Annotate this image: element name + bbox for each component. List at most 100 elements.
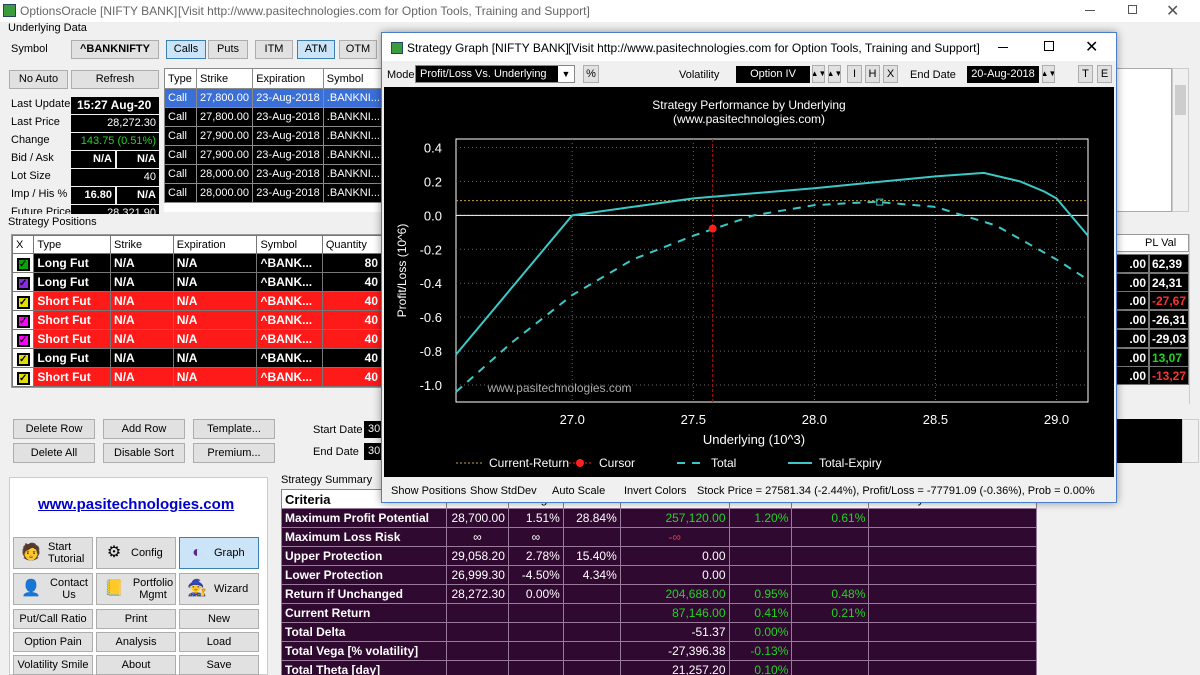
delete-all-button[interactable]: Delete All bbox=[13, 443, 95, 463]
vol-up-button[interactable]: ▲▼ bbox=[812, 65, 825, 83]
options-header-expiration[interactable]: Expiration bbox=[252, 68, 324, 89]
config-button[interactable]: ⚙ Config bbox=[96, 537, 176, 569]
checkbox-icon[interactable]: ✓ bbox=[16, 257, 30, 271]
minimize-icon[interactable] bbox=[1085, 10, 1095, 11]
options-header-strike[interactable]: Strike bbox=[195, 68, 254, 89]
position-checkbox-cell[interactable]: ✓ bbox=[12, 291, 35, 311]
position-row[interactable]: ✓ Short Fut N/A N/A ^BANK... 40 bbox=[12, 329, 382, 349]
restore-icon[interactable] bbox=[1128, 5, 1137, 14]
options-row[interactable]: Call 27,800.00 23-Aug-2018 .BANKNI... bbox=[164, 88, 384, 108]
position-row[interactable]: ✓ Long Fut N/A N/A ^BANK... 40 bbox=[12, 348, 382, 368]
positions-table-container: X Type Strike Expiration Symbol Quantity… bbox=[11, 234, 383, 388]
strategy-performance-chart[interactable]: Strategy Performance by Underlying(www.p… bbox=[384, 87, 1114, 477]
contact-button[interactable]: 👤 Contact Us bbox=[13, 573, 93, 605]
itm-button[interactable]: ITM bbox=[255, 40, 293, 59]
graph-t-button[interactable]: T bbox=[1078, 65, 1093, 83]
symbol-field[interactable]: ^BANKNIFTY bbox=[71, 40, 159, 59]
options-row[interactable]: Call 27,900.00 23-Aug-2018 .BANKNI... bbox=[164, 145, 384, 165]
pos-header-symbol[interactable]: Symbol bbox=[256, 235, 323, 254]
options-row[interactable]: Call 28,000.00 23-Aug-2018 .BANKNI... bbox=[164, 164, 384, 184]
show-stddev-button[interactable]: Show StdDev bbox=[470, 485, 537, 497]
premium-button[interactable]: Premium... bbox=[193, 443, 275, 463]
invert-colors-button[interactable]: Invert Colors bbox=[624, 485, 686, 497]
options-header-symbol[interactable]: Symbol bbox=[322, 68, 384, 89]
checkbox-icon[interactable]: ✓ bbox=[16, 314, 30, 328]
volatility-field[interactable]: Option IV bbox=[736, 66, 810, 83]
position-checkbox-cell[interactable]: ✓ bbox=[12, 310, 35, 330]
auto-scale-button[interactable]: Auto Scale bbox=[552, 485, 605, 497]
delete-row-button[interactable]: Delete Row bbox=[13, 419, 95, 439]
volatility-smile-button[interactable]: Volatility Smile bbox=[13, 655, 93, 675]
graph-bottom-bar: Show Positions Show StdDev Auto Scale In… bbox=[382, 479, 1116, 501]
start-tutorial-button[interactable]: 🧑 Start Tutorial bbox=[13, 537, 93, 569]
checkbox-icon[interactable]: ✓ bbox=[16, 295, 30, 309]
graph-close-icon[interactable]: ✕ bbox=[1085, 37, 1098, 57]
cell: 23-Aug-2018 bbox=[252, 183, 324, 203]
options-row[interactable]: Call 28,000.00 23-Aug-2018 .BANKNI... bbox=[164, 183, 384, 203]
put-call-ratio-button[interactable]: Put/Call Ratio bbox=[13, 609, 93, 629]
show-positions-button[interactable]: Show Positions bbox=[391, 485, 466, 497]
position-row[interactable]: ✓ Long Fut N/A N/A ^BANK... 40 bbox=[12, 272, 382, 292]
save-button[interactable]: Save bbox=[179, 655, 259, 675]
disable-sort-button[interactable]: Disable Sort bbox=[103, 443, 185, 463]
pos-header-quantity[interactable]: Quantity bbox=[321, 235, 382, 254]
checkbox-icon[interactable]: ✓ bbox=[16, 352, 30, 366]
position-row[interactable]: ✓ Long Fut N/A N/A ^BANK... 80 bbox=[12, 253, 382, 273]
options-header-type[interactable]: Type bbox=[164, 68, 197, 89]
vol-i-button[interactable]: I bbox=[847, 65, 862, 83]
about-button[interactable]: About bbox=[96, 655, 176, 675]
position-sym: ^BANK... bbox=[256, 291, 323, 311]
checkbox-icon[interactable]: ✓ bbox=[16, 371, 30, 385]
add-row-button[interactable]: Add Row bbox=[103, 419, 185, 439]
template-button[interactable]: Template... bbox=[193, 419, 275, 439]
position-checkbox-cell[interactable]: ✓ bbox=[12, 329, 35, 349]
website-link[interactable]: www.pasitechnologies.com bbox=[38, 496, 234, 513]
calls-button[interactable]: Calls bbox=[166, 40, 206, 59]
position-checkbox-cell[interactable]: ✓ bbox=[12, 348, 35, 368]
pos-header-x[interactable]: X bbox=[12, 235, 35, 254]
graph-e-button[interactable]: E bbox=[1097, 65, 1112, 83]
options-row[interactable]: Call 27,800.00 23-Aug-2018 .BANKNI... bbox=[164, 107, 384, 127]
position-row[interactable]: ✓ Short Fut N/A N/A ^BANK... 40 bbox=[12, 291, 382, 311]
position-checkbox-cell[interactable]: ✓ bbox=[12, 367, 35, 387]
new-button[interactable]: New bbox=[179, 609, 259, 629]
pos-header-strike[interactable]: Strike bbox=[110, 235, 174, 254]
print-button[interactable]: Print bbox=[96, 609, 176, 629]
load-button[interactable]: Load bbox=[179, 632, 259, 652]
graph-button[interactable]: ◐ Graph bbox=[179, 537, 259, 569]
y-tick-label: -0.2 bbox=[420, 242, 442, 257]
end-date-graph-field[interactable]: 20-Aug-2018 bbox=[967, 66, 1039, 83]
wizard-button[interactable]: 🧙 Wizard bbox=[179, 573, 259, 605]
refresh-button[interactable]: Refresh bbox=[71, 70, 159, 89]
position-checkbox-cell[interactable]: ✓ bbox=[12, 253, 35, 273]
option-pain-button[interactable]: Option Pain bbox=[13, 632, 93, 652]
portfolio-button[interactable]: 📒 Portfolio Mgmt bbox=[96, 573, 176, 605]
vol-x-button[interactable]: X bbox=[883, 65, 898, 83]
checkbox-icon[interactable]: ✓ bbox=[16, 333, 30, 347]
percent-button[interactable]: % bbox=[583, 65, 599, 83]
vol-h-button[interactable]: H bbox=[865, 65, 880, 83]
puts-button[interactable]: Puts bbox=[208, 40, 248, 59]
position-row[interactable]: ✓ Short Fut N/A N/A ^BANK... 40 bbox=[12, 310, 382, 330]
position-checkbox-cell[interactable]: ✓ bbox=[12, 272, 35, 292]
pos-scrollbar[interactable] bbox=[1189, 234, 1200, 404]
options-row[interactable]: Call 27,900.00 23-Aug-2018 .BANKNI... bbox=[164, 126, 384, 146]
atm-button[interactable]: ATM bbox=[297, 40, 335, 59]
position-pl-value: 13,07 bbox=[1149, 347, 1189, 367]
graph-minimize-icon[interactable] bbox=[998, 47, 1008, 48]
mode-select[interactable]: Profit/Loss Vs. Underlying ▼ bbox=[415, 65, 575, 83]
date-spin-button[interactable]: ▲▼ bbox=[1042, 65, 1055, 83]
pos-header-type[interactable]: Type bbox=[33, 235, 112, 254]
right-scrollbar[interactable] bbox=[1172, 68, 1189, 212]
pos-header-expiration[interactable]: Expiration bbox=[172, 235, 258, 254]
graph-maximize-icon[interactable] bbox=[1044, 41, 1054, 51]
otm-button[interactable]: OTM bbox=[339, 40, 377, 59]
legend-current-return: Current-Return bbox=[489, 456, 569, 470]
checkbox-icon[interactable]: ✓ bbox=[16, 276, 30, 290]
vol-up2-button[interactable]: ▲▼ bbox=[828, 65, 841, 83]
notes-scrollbar[interactable] bbox=[1182, 419, 1199, 463]
analysis-button[interactable]: Analysis bbox=[96, 632, 176, 652]
position-row[interactable]: ✓ Short Fut N/A N/A ^BANK... 40 bbox=[12, 367, 382, 387]
no-auto-button[interactable]: No Auto bbox=[9, 70, 68, 89]
close-icon[interactable]: ✕ bbox=[1166, 1, 1179, 21]
